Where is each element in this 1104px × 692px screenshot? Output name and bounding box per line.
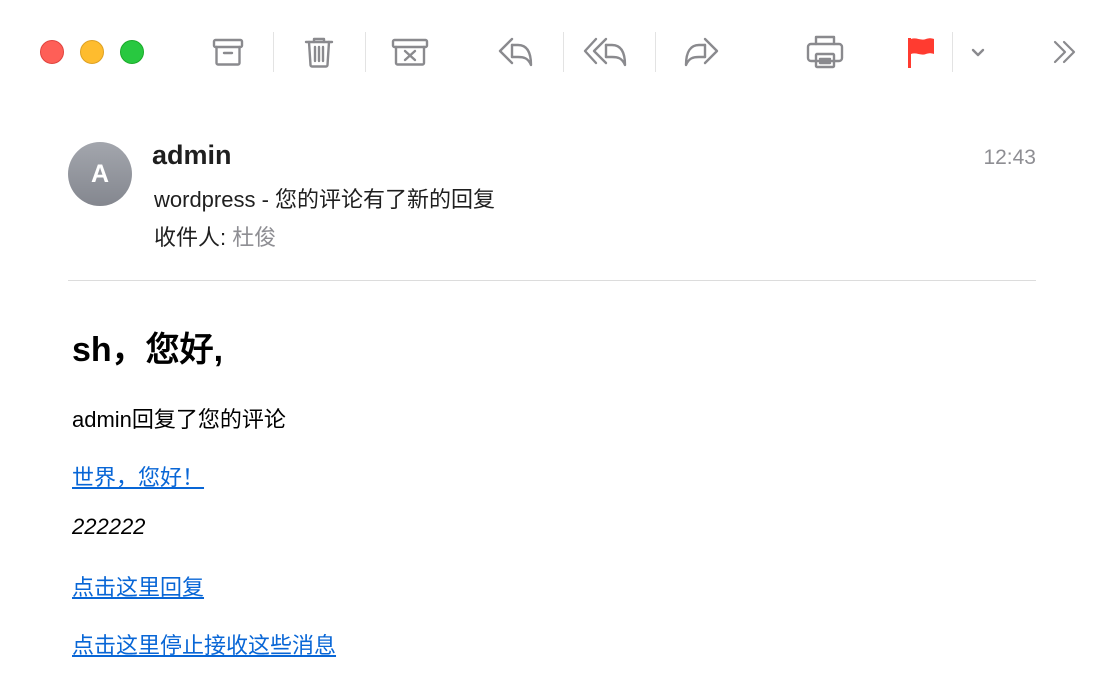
recipient-name[interactable]: 杜俊 bbox=[232, 225, 276, 250]
reply-all-icon bbox=[582, 34, 630, 70]
flag-button[interactable] bbox=[898, 30, 942, 74]
toolbar-separator bbox=[563, 32, 564, 72]
more-icon bbox=[1049, 36, 1081, 68]
header-divider bbox=[68, 280, 1036, 281]
print-button[interactable] bbox=[803, 30, 847, 74]
toolbar-separator bbox=[952, 32, 953, 72]
junk-button[interactable] bbox=[388, 30, 432, 74]
recipient-label: 收件人: bbox=[154, 225, 227, 250]
reply-all-button[interactable] bbox=[582, 30, 630, 74]
forward-button[interactable] bbox=[679, 30, 723, 74]
reply-notice-text: admin回复了您的评论 bbox=[72, 407, 286, 432]
post-link[interactable]: 世界，您好！ bbox=[72, 465, 204, 490]
archive-icon bbox=[210, 34, 246, 70]
chevron-down-icon bbox=[968, 42, 988, 62]
received-time: 12:43 bbox=[983, 146, 1036, 169]
avatar-initial: A bbox=[90, 159, 110, 188]
forward-icon bbox=[681, 34, 721, 70]
toolbar-separator bbox=[655, 32, 656, 72]
more-button[interactable] bbox=[1043, 30, 1087, 74]
flag-icon bbox=[902, 34, 938, 70]
delete-button[interactable] bbox=[297, 30, 341, 74]
avatar: A bbox=[68, 142, 132, 206]
post-link-paragraph: 世界，您好！ bbox=[72, 460, 204, 492]
subject: wordpress - 您的评论有了新的回复 bbox=[154, 187, 496, 212]
reply-icon bbox=[496, 34, 536, 70]
close-window-button[interactable] bbox=[40, 40, 64, 64]
comment-text: 222222 bbox=[72, 514, 146, 539]
recipient-row: 收件人: 杜俊 bbox=[154, 220, 276, 252]
trash-icon bbox=[301, 34, 337, 70]
junk-icon bbox=[390, 34, 430, 70]
toolbar bbox=[0, 0, 1104, 104]
zoom-window-button[interactable] bbox=[120, 40, 144, 64]
sender-name[interactable]: admin bbox=[152, 140, 232, 171]
unsubscribe-link[interactable]: 点击这里停止接收这些消息 bbox=[72, 633, 336, 658]
print-icon bbox=[805, 33, 845, 71]
minimize-window-button[interactable] bbox=[80, 40, 104, 64]
mail-window: A admin wordpress - 您的评论有了新的回复 收件人: 杜俊 1… bbox=[0, 0, 1104, 692]
toolbar-separator bbox=[365, 32, 366, 72]
archive-button[interactable] bbox=[206, 30, 250, 74]
reply-button[interactable] bbox=[494, 30, 538, 74]
greeting-heading: sh，您好, bbox=[72, 331, 224, 369]
reply-link[interactable]: 点击这里回复 bbox=[72, 575, 204, 600]
reply-link-paragraph: 点击这里回复 bbox=[72, 570, 204, 602]
flag-menu-button[interactable] bbox=[958, 30, 998, 74]
unsubscribe-link-paragraph: 点击这里停止接收这些消息 bbox=[72, 628, 336, 660]
toolbar-separator bbox=[273, 32, 274, 72]
